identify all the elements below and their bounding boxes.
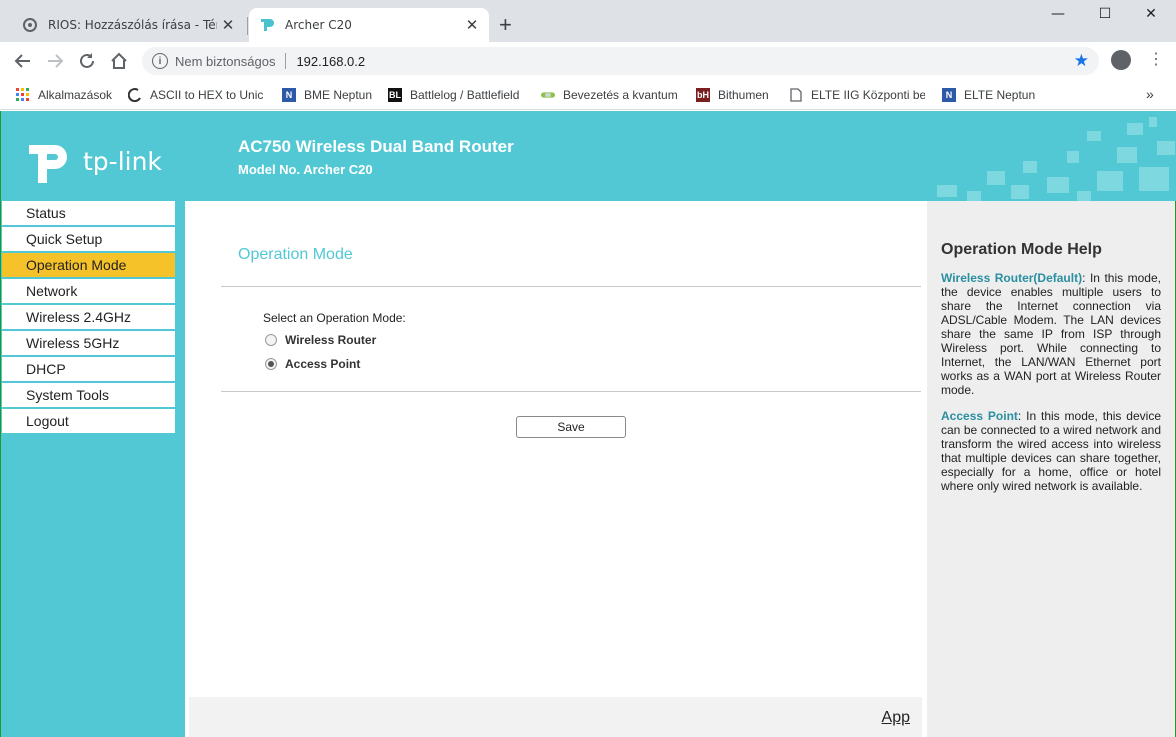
tplink-logo: tp-link — [25, 135, 162, 187]
home-icon[interactable] — [108, 50, 130, 72]
bookmark-label: Bithumen — [718, 88, 769, 102]
help-term: Access Point — [941, 409, 1018, 423]
sidebar-item-wireless-5ghz[interactable]: Wireless 5GHz — [2, 331, 175, 357]
tab-rios[interactable]: RIOS: Hozzászólás írása - Téma: M ✕ — [12, 8, 248, 42]
header-decoration — [937, 117, 1175, 201]
bookmark-bme-neptun[interactable]: N BME Neptun — [282, 86, 376, 104]
bookmark-label: BME Neptun — [304, 88, 373, 102]
close-tab-icon[interactable]: ✕ — [461, 16, 483, 34]
footer-bar: App — [189, 697, 922, 737]
battlelog-favicon-icon: BL — [388, 88, 402, 102]
browser-tab-strip: RIOS: Hozzászólás írása - Téma: M ✕ Arch… — [0, 0, 1176, 42]
close-window-button[interactable]: ✕ — [1128, 6, 1174, 26]
bookmark-bithumen[interactable]: bH Bithumen — [696, 86, 780, 104]
url-text[interactable]: 192.168.0.2 — [296, 54, 365, 69]
bookmark-label: Alkalmazások — [38, 88, 113, 102]
sidebar-item-status[interactable]: Status — [2, 201, 175, 227]
tplink-logo-icon — [29, 145, 67, 183]
page-document-icon — [789, 88, 803, 102]
bookmarks-overflow-icon[interactable]: » — [1146, 86, 1154, 102]
address-bar[interactable]: i Nem biztonságos 192.168.0.2 ★ — [142, 47, 1099, 75]
help-title: Operation Mode Help — [941, 241, 1102, 258]
close-tab-icon[interactable]: ✕ — [217, 16, 239, 34]
browser-toolbar: i Nem biztonságos 192.168.0.2 ★ ⋮ — [0, 42, 1176, 80]
bookmark-elte-neptun[interactable]: N ELTE Neptun — [942, 86, 1038, 104]
tab-archer-c20[interactable]: Archer C20 ✕ — [249, 8, 489, 42]
bookmark-star-icon[interactable]: ★ — [1074, 51, 1089, 71]
sidebar-item-quick-setup[interactable]: Quick Setup — [2, 227, 175, 253]
info-icon[interactable]: i — [152, 53, 168, 69]
bookmark-elte-iig[interactable]: ELTE IIG Központi bej — [789, 86, 925, 104]
back-arrow-icon[interactable] — [12, 50, 34, 72]
save-button[interactable]: Save — [516, 416, 626, 438]
bithumen-favicon-icon: bH — [696, 88, 710, 102]
page-title: Operation Mode — [238, 246, 353, 263]
address-divider — [285, 53, 287, 69]
bookmark-kvantum[interactable]: Bevezetés a kvantum — [541, 86, 681, 104]
sidebar-item-network[interactable]: Network — [2, 279, 175, 305]
bookmark-apps[interactable]: Alkalmazások — [16, 86, 116, 104]
new-tab-button[interactable]: + — [499, 13, 512, 37]
model-number: Model No. Archer C20 — [238, 162, 373, 177]
divider — [221, 391, 921, 392]
reload-icon[interactable] — [76, 50, 98, 72]
forward-arrow-icon[interactable] — [44, 50, 66, 72]
bookmark-label: ELTE Neptun — [964, 88, 1036, 102]
radio-checked-icon[interactable] — [265, 358, 277, 370]
tab-title: RIOS: Hozzászólás írása - Téma: M — [48, 18, 217, 32]
router-header: tp-link AC750 Wireless Dual Band Router … — [1, 111, 1176, 201]
product-title: AC750 Wireless Dual Band Router — [238, 137, 514, 156]
rios-favicon-icon — [22, 17, 38, 33]
browser-menu-icon[interactable]: ⋮ — [1148, 51, 1164, 69]
help-paragraph-wireless-router: Wireless Router(Default): In this mode, … — [941, 271, 1161, 397]
sidebar-menu: Status Quick Setup Operation Mode Networ… — [2, 201, 175, 435]
app-link[interactable]: App — [882, 709, 910, 727]
bookmark-ascii-hex[interactable]: ASCII to HEX to Unic — [128, 86, 264, 104]
help-term: Wireless Router(Default) — [941, 271, 1083, 285]
radio-access-point[interactable]: Access Point — [265, 357, 360, 371]
apps-grid-icon — [16, 88, 30, 102]
main-content: Operation Mode Select an Operation Mode:… — [185, 201, 927, 737]
sidebar-item-logout[interactable]: Logout — [2, 409, 175, 435]
brand-name: tp-link — [83, 146, 162, 176]
router-admin-page: tp-link AC750 Wireless Dual Band Router … — [0, 111, 1176, 737]
security-label: Nem biztonságos — [175, 53, 276, 69]
sidebar-item-dhcp[interactable]: DHCP — [2, 357, 175, 383]
bookmark-label: Battlelog / Battlefield — [410, 88, 520, 102]
ascii-hex-favicon-icon — [128, 88, 142, 102]
operation-mode-label: Select an Operation Mode: — [263, 311, 406, 325]
bookmark-label: Bevezetés a kvantum — [563, 88, 678, 102]
tab-separator — [247, 17, 248, 35]
sidebar-item-operation-mode[interactable]: Operation Mode — [2, 253, 175, 279]
radio-unchecked-icon[interactable] — [265, 334, 277, 346]
help-panel: Operation Mode Help Wireless Router(Defa… — [927, 201, 1175, 737]
help-text: : In this mode, the device enables multi… — [941, 271, 1161, 397]
radio-wireless-router[interactable]: Wireless Router — [265, 333, 376, 347]
profile-avatar-icon[interactable] — [1111, 50, 1131, 70]
sidebar-item-wireless-2-4ghz[interactable]: Wireless 2.4GHz — [2, 305, 175, 331]
tplink-favicon-icon — [259, 17, 275, 33]
minimize-button[interactable]: — — [1035, 6, 1081, 26]
maximize-button[interactable]: ☐ — [1082, 6, 1128, 26]
neptun-favicon-icon: N — [942, 88, 956, 102]
divider — [221, 286, 921, 287]
radio-label: Wireless Router — [285, 333, 377, 347]
neptun-favicon-icon: N — [282, 88, 296, 102]
radio-label: Access Point — [285, 357, 361, 371]
bookmark-battlelog[interactable]: BL Battlelog / Battlefield — [388, 86, 528, 104]
bookmark-label: ASCII to HEX to Unic — [150, 88, 264, 102]
bookmarks-bar: Alkalmazások ASCII to HEX to Unic N BME … — [0, 80, 1176, 110]
kvantum-favicon-icon — [541, 88, 555, 102]
tab-title: Archer C20 — [285, 18, 352, 32]
help-paragraph-access-point: Access Point: In this mode, this device … — [941, 409, 1161, 493]
bookmark-label: ELTE IIG Központi bej — [811, 88, 925, 102]
sidebar-item-system-tools[interactable]: System Tools — [2, 383, 175, 409]
